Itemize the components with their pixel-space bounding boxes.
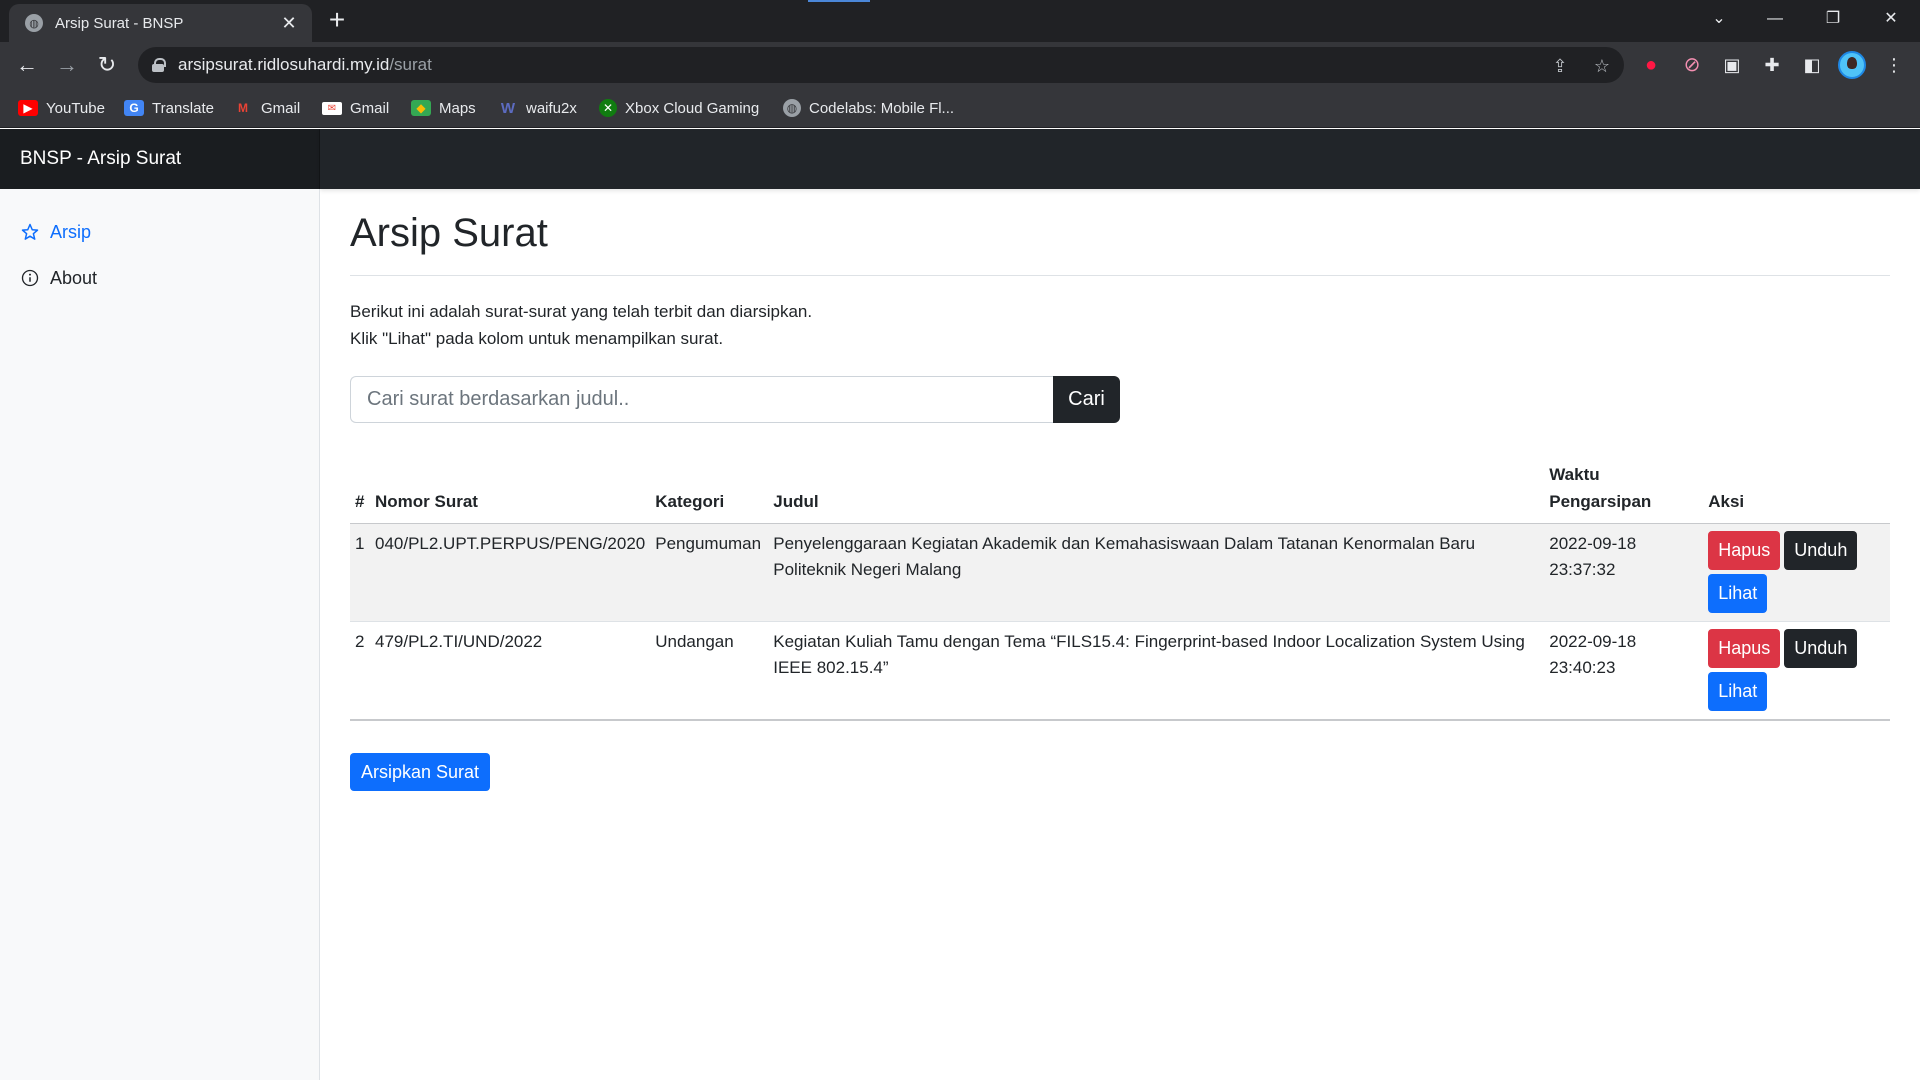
menu-kebab-icon[interactable]: ⋮ — [1880, 51, 1908, 79]
cell-waktu: 2022-09-18 23:40:23 — [1544, 621, 1704, 721]
cell-judul: Penyelenggaraan Kegiatan Akademik dan Ke… — [768, 523, 1545, 622]
extension-window-icon[interactable]: ▣ — [1718, 51, 1746, 79]
lihat-button[interactable]: Lihat — [1708, 574, 1768, 613]
gmail-icon: ✉ — [322, 101, 342, 115]
intro-line: Klik "Lihat" pada kolom untuk menampilka… — [350, 329, 724, 348]
bookmark-codelabs[interactable]: ◍ Codelabs: Mobile Fl... — [783, 97, 954, 119]
bookmarks-bar: ▶ YouTube G Translate M Gmail ✉ Gmail ◆ … — [0, 88, 1920, 128]
tab-title: Arsip Surat - BNSP — [55, 14, 184, 32]
side-panel-icon[interactable]: ◧ — [1798, 51, 1826, 79]
address-bar[interactable]: arsipsurat.ridlosuhardi.my.id/surat ⇪ ☆ — [138, 47, 1624, 83]
browser-tab-strip: ◍ Arsip Surat - BNSP ✕ + ⌄ — ❐ ✕ — [0, 0, 1920, 42]
cell-aksi: Hapus Unduh Lihat — [1703, 621, 1890, 721]
close-icon[interactable]: ✕ — [278, 13, 300, 34]
tab-accent — [808, 0, 870, 2]
xbox-icon: ✕ — [599, 99, 617, 117]
table-row: 1 040/PL2.UPT.PERPUS/PENG/2020 Pengumuma… — [350, 523, 1890, 622]
search-button[interactable]: Cari — [1053, 376, 1120, 423]
header-number: # — [350, 455, 370, 524]
reload-button[interactable]: ↻ — [91, 49, 123, 81]
close-window-button[interactable]: ✕ — [1868, 4, 1914, 34]
sidebar-item-label: Arsip — [50, 221, 92, 242]
back-button[interactable]: ← — [11, 49, 43, 81]
translate-icon: G — [124, 100, 144, 116]
cell-kategori: Pengumuman — [650, 523, 769, 622]
star-icon — [20, 222, 40, 242]
hapus-button[interactable]: Hapus — [1708, 629, 1781, 668]
profile-avatar[interactable] — [1838, 51, 1866, 79]
top-navbar — [320, 129, 1920, 189]
bookmark-gmail[interactable]: ✉ Gmail — [322, 97, 389, 119]
bookmark-maps[interactable]: ◆ Maps — [411, 97, 476, 119]
cell-nomor-surat: 479/PL2.TI/UND/2022 — [370, 621, 651, 721]
globe-icon: ◍ — [783, 99, 801, 117]
cell-nomor-surat: 040/PL2.UPT.PERPUS/PENG/2020 — [370, 523, 651, 622]
extensions-puzzle-icon[interactable]: ✚ — [1758, 51, 1786, 79]
header-kategori: Kategori — [650, 455, 769, 524]
intro-text: Berikut ini adalah surat-surat yang tela… — [350, 298, 1890, 352]
cell-judul: Kegiatan Kuliah Tamu dengan Tema “FILS15… — [768, 621, 1545, 721]
cell-aksi: Hapus Unduh Lihat — [1703, 523, 1890, 622]
brand-text: BNSP - Arsip Surat — [20, 148, 182, 169]
new-tab-button[interactable]: + — [322, 6, 352, 36]
bookmark-waifu2x[interactable]: W waifu2x — [498, 97, 577, 119]
intro-line: Berikut ini adalah surat-surat yang tela… — [350, 302, 813, 321]
minimize-button[interactable]: — — [1752, 4, 1798, 34]
archive-table: # Nomor Surat Kategori Judul Waktu Penga… — [350, 455, 1890, 721]
url-text: arsipsurat.ridlosuhardi.my.id/surat — [178, 55, 432, 74]
cell-kategori: Undangan — [650, 621, 769, 721]
bookmark-youtube[interactable]: ▶ YouTube — [18, 97, 105, 119]
bookmark-gmail[interactable]: M Gmail — [233, 97, 300, 119]
sidebar-item-arsip[interactable]: Arsip — [0, 209, 319, 255]
search-input[interactable] — [350, 376, 1053, 423]
sidebar: Arsip About — [0, 189, 320, 1080]
tab-search-icon[interactable]: ⌄ — [1696, 4, 1742, 34]
unduh-button[interactable]: Unduh — [1784, 531, 1858, 570]
youtube-icon: ▶ — [18, 100, 38, 116]
browser-tab[interactable]: ◍ Arsip Surat - BNSP ✕ — [9, 4, 312, 42]
bookmark-translate[interactable]: G Translate — [124, 97, 214, 119]
gmail-icon: M — [238, 101, 248, 115]
extension-blocker-icon[interactable]: ⊘ — [1678, 51, 1706, 79]
bookmark-star-icon[interactable]: ☆ — [1590, 54, 1614, 78]
bookmark-xbox[interactable]: ✕ Xbox Cloud Gaming — [599, 97, 759, 119]
sidebar-item-about[interactable]: About — [0, 255, 319, 301]
globe-icon: ◍ — [25, 14, 43, 32]
browser-toolbar: ← → ↻ arsipsurat.ridlosuhardi.my.id/sura… — [0, 42, 1920, 88]
header-waktu: Waktu Pengarsipan — [1544, 455, 1704, 524]
forward-button[interactable]: → — [51, 49, 83, 81]
share-icon[interactable]: ⇪ — [1548, 54, 1572, 78]
hapus-button[interactable]: Hapus — [1708, 531, 1781, 570]
waifu2x-icon: W — [500, 99, 516, 117]
table-row: 2 479/PL2.TI/UND/2022 Undangan Kegiatan … — [350, 621, 1890, 721]
web-page: BNSP - Arsip Surat Arsip About Arsip Sur… — [0, 129, 1920, 1080]
search-form: Cari — [350, 376, 1120, 423]
header-nomor-surat: Nomor Surat — [370, 455, 651, 524]
page-title: Arsip Surat — [350, 189, 1890, 276]
lock-icon — [152, 58, 166, 72]
navbar-brand[interactable]: BNSP - Arsip Surat — [0, 129, 320, 189]
cell-number: 1 — [350, 523, 370, 622]
extension-red-icon[interactable]: ● — [1637, 51, 1665, 79]
maps-icon: ◆ — [411, 100, 431, 116]
header-judul: Judul — [768, 455, 1545, 524]
main-content: Arsip Surat Berikut ini adalah surat-sur… — [350, 189, 1890, 791]
cell-number: 2 — [350, 621, 370, 721]
arsipkan-surat-button[interactable]: Arsipkan Surat — [350, 753, 491, 791]
unduh-button[interactable]: Unduh — [1784, 629, 1858, 668]
lihat-button[interactable]: Lihat — [1708, 672, 1768, 711]
header-aksi: Aksi — [1703, 455, 1890, 524]
table-header-row: # Nomor Surat Kategori Judul Waktu Penga… — [350, 455, 1890, 524]
cell-waktu: 2022-09-18 23:37:32 — [1544, 523, 1704, 622]
sidebar-item-label: About — [50, 267, 98, 288]
info-icon — [20, 268, 40, 288]
restore-button[interactable]: ❐ — [1810, 4, 1856, 34]
